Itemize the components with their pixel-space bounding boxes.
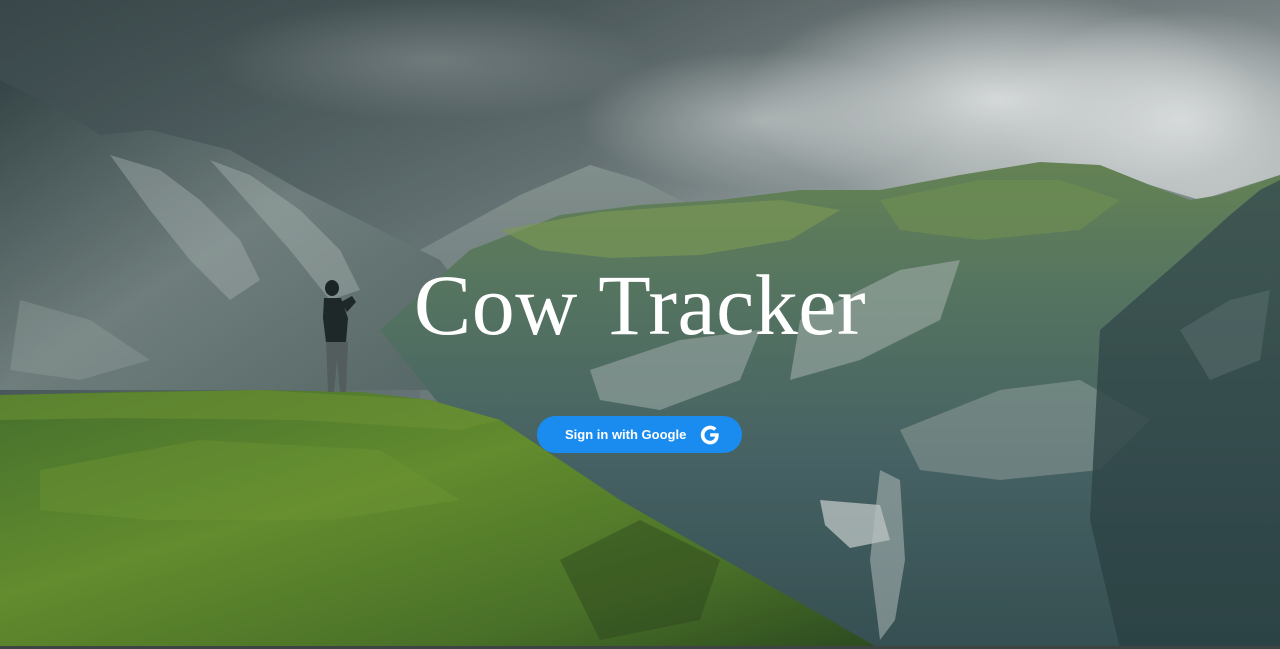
google-signin-button[interactable]: Sign in with Google: [537, 416, 742, 453]
google-g-icon: [700, 425, 719, 445]
signin-button-label: Sign in with Google: [565, 427, 687, 442]
landing-page: Cow Tracker Sign in with Google: [0, 0, 1280, 649]
app-title: Cow Tracker: [413, 257, 867, 353]
